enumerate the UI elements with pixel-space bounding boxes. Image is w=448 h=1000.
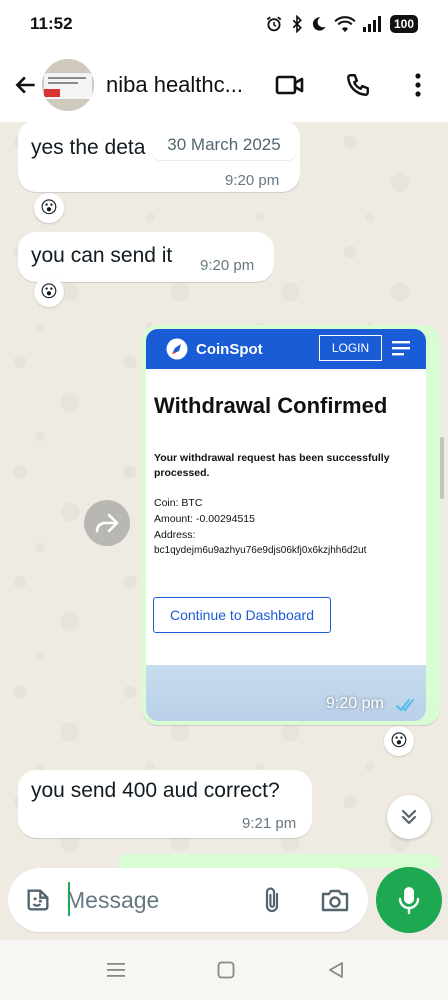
coinspot-login-button: LOGIN bbox=[319, 335, 382, 361]
status-time: 11:52 bbox=[30, 14, 73, 33]
arrow-left-icon bbox=[15, 76, 35, 94]
message-input[interactable] bbox=[66, 885, 246, 915]
contact-name[interactable]: niba healthc... bbox=[106, 72, 256, 98]
coinspot-brand: CoinSpot bbox=[196, 340, 263, 358]
read-receipt-icon bbox=[396, 699, 414, 712]
continue-dashboard-button: Continue to Dashboard bbox=[153, 597, 331, 633]
battery-indicator: 100 bbox=[389, 15, 418, 33]
voice-message-button[interactable] bbox=[376, 867, 442, 933]
recent-apps-button[interactable] bbox=[94, 952, 138, 988]
voice-call-button[interactable] bbox=[336, 63, 380, 107]
signal-icon bbox=[362, 16, 383, 32]
wifi-icon bbox=[334, 15, 356, 33]
overflow-menu-button[interactable] bbox=[396, 63, 440, 107]
status-bar: 11:52 100 bbox=[0, 0, 448, 48]
more-vertical-icon bbox=[415, 73, 421, 97]
home-button[interactable] bbox=[204, 952, 248, 988]
sticker-icon bbox=[27, 889, 49, 911]
address-value: bc1qydejm6u9azhyu76e9djs06kfj0x6kzjhh6d2… bbox=[154, 545, 367, 556]
withdrawal-message: Your withdrawal request has been success… bbox=[154, 452, 390, 479]
message-time: 9:20 pm bbox=[200, 257, 255, 274]
sticker-button[interactable] bbox=[22, 884, 54, 916]
menu-lines-icon bbox=[107, 963, 125, 977]
alarm-icon bbox=[265, 15, 283, 33]
date-chip: 30 March 2025 bbox=[152, 130, 296, 160]
message-composer bbox=[8, 868, 368, 932]
do-not-disturb-icon bbox=[311, 16, 327, 32]
outgoing-message-bubble-partial bbox=[118, 854, 440, 868]
message-time: 9:20 pm bbox=[225, 172, 280, 189]
video-call-button[interactable] bbox=[268, 63, 312, 107]
screenshot-footer bbox=[146, 665, 426, 721]
message-time: 9:21 pm bbox=[242, 815, 297, 832]
contact-avatar[interactable] bbox=[42, 59, 94, 111]
triangle-back-icon bbox=[329, 962, 343, 978]
forward-icon bbox=[95, 513, 119, 533]
scrollbar-thumb[interactable] bbox=[440, 437, 444, 499]
amount-line: Amount: -0.00294515 bbox=[154, 513, 255, 525]
shared-screenshot-image[interactable]: CoinSpot LOGIN Withdrawal Confirmed Your… bbox=[146, 329, 426, 721]
attach-button[interactable] bbox=[256, 884, 288, 916]
coinspot-navbar: CoinSpot LOGIN bbox=[146, 329, 426, 369]
paperclip-icon bbox=[265, 887, 279, 913]
status-icons: 100 bbox=[265, 15, 418, 33]
phone-icon bbox=[347, 74, 369, 96]
camera-button[interactable] bbox=[318, 884, 352, 916]
square-icon bbox=[217, 961, 235, 979]
surprised-emoji-icon: 😮 bbox=[40, 198, 58, 217]
withdrawal-title: Withdrawal Confirmed bbox=[154, 393, 388, 418]
reaction-badge[interactable]: 😮 bbox=[34, 193, 64, 223]
surprised-emoji-icon: 😮 bbox=[390, 731, 408, 750]
message-text: you send 400 aud correct? bbox=[31, 779, 280, 802]
message-text: you can send it bbox=[31, 244, 173, 267]
bluetooth-icon bbox=[290, 15, 304, 33]
system-back-button[interactable] bbox=[314, 952, 358, 988]
reaction-badge[interactable]: 😮 bbox=[384, 726, 414, 756]
forward-button[interactable] bbox=[84, 500, 130, 546]
double-chevron-down-icon bbox=[401, 809, 417, 825]
message-text: yes the deta bbox=[31, 136, 146, 159]
avatar-image bbox=[42, 59, 94, 111]
image-time: 9:20 pm bbox=[326, 695, 384, 712]
text-cursor bbox=[68, 882, 70, 916]
microphone-icon bbox=[398, 887, 420, 915]
video-camera-icon bbox=[275, 75, 304, 95]
hamburger-menu-icon bbox=[392, 341, 410, 356]
camera-icon bbox=[321, 889, 349, 912]
rocket-logo-icon bbox=[166, 338, 188, 360]
system-navigation-bar bbox=[0, 940, 448, 1000]
chat-header: niba healthc... bbox=[0, 48, 448, 122]
surprised-emoji-icon: 😮 bbox=[40, 282, 58, 301]
scroll-to-bottom-button[interactable] bbox=[387, 795, 431, 839]
address-label: Address: bbox=[154, 529, 196, 541]
coin-line: Coin: BTC bbox=[154, 497, 203, 509]
reaction-badge[interactable]: 😮 bbox=[34, 277, 64, 307]
